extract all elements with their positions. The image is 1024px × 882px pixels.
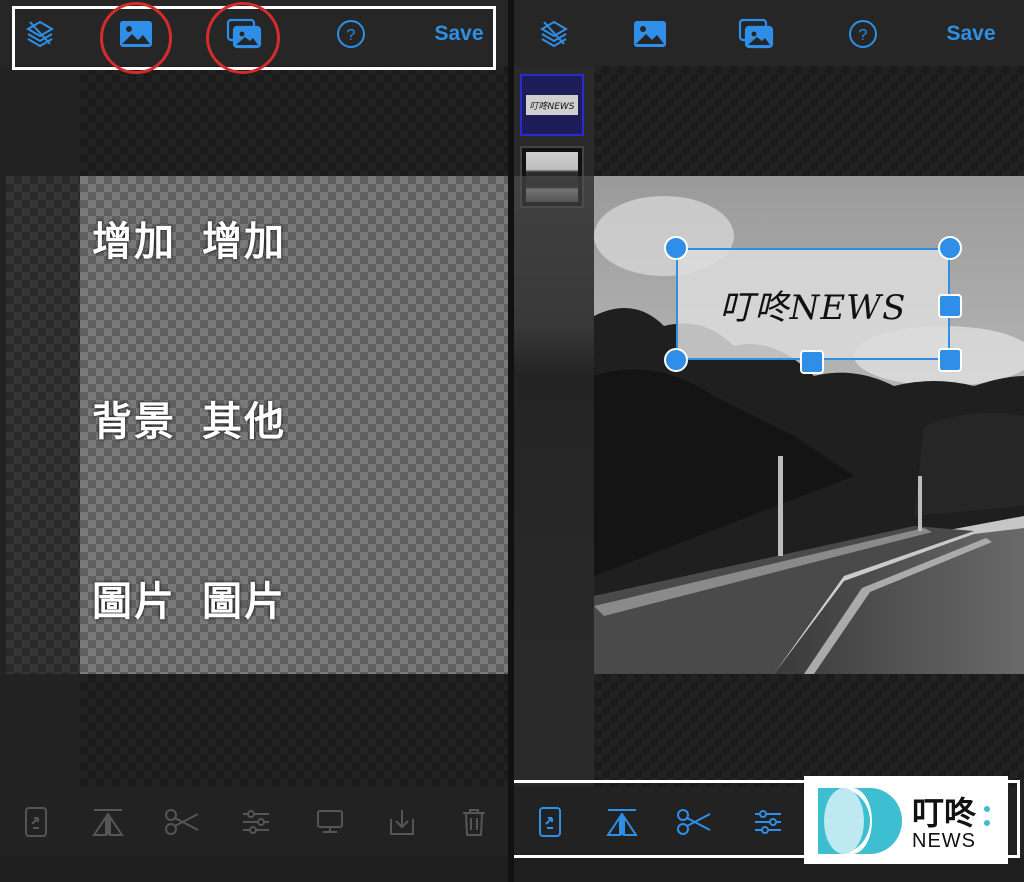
delete-button[interactable] [456, 804, 492, 840]
image-icon [634, 21, 666, 47]
annotation-circle-other [206, 2, 280, 74]
flip-handle-icon[interactable] [664, 348, 688, 372]
text-sticker-selection[interactable]: 叮咚NEWS [676, 248, 950, 360]
svg-text:?: ? [859, 27, 868, 44]
layer-label: 叮咚NEWS [526, 95, 578, 115]
canvas-edge [6, 176, 80, 674]
download-button[interactable] [384, 804, 420, 840]
bottom-toolbar [0, 786, 508, 856]
add-background-image-button[interactable] [628, 14, 672, 54]
adjust-button[interactable] [238, 804, 274, 840]
rotate-handle-icon[interactable] [938, 236, 962, 260]
caption-line: 增加 [92, 220, 176, 264]
logo-mark-icon [818, 788, 902, 854]
download-icon [390, 810, 414, 835]
trash-icon [463, 809, 485, 836]
annotation-circle-background [100, 2, 172, 74]
save-button[interactable]: Save [942, 14, 1000, 54]
delete-handle-icon[interactable] [664, 236, 688, 260]
caption-line: 圖片 [202, 580, 286, 624]
logo-text-cn: 叮咚 [912, 794, 977, 832]
caption-line: 圖片 [92, 580, 176, 624]
logo-dot [984, 820, 990, 826]
layers-button[interactable] [534, 14, 574, 54]
sticker-text: 叮咚NEWS [719, 287, 907, 328]
top-toolbar: ? Save [514, 0, 1024, 66]
caption-line: 其他 [202, 400, 286, 444]
scissors-icon [165, 809, 199, 835]
scale-handle-icon[interactable] [938, 348, 962, 372]
caption-add-background: 增加 背景 圖片 [92, 92, 176, 752]
right-screenshot: ? Save 叮咚NEWS 叮咚NEWS 叮咚 NEWS [514, 0, 1024, 882]
layers-icon [540, 20, 568, 48]
help-icon: ? [849, 20, 877, 48]
logo-dot [984, 806, 990, 812]
replace-icon [25, 807, 47, 837]
logo-text-en: NEWS [912, 830, 976, 852]
vertical-resize-handle-icon[interactable] [800, 350, 824, 374]
layer-thumbnail-sticker[interactable]: 叮咚NEWS [520, 74, 584, 136]
caption-line: 背景 [92, 400, 176, 444]
replace-button[interactable] [18, 804, 54, 840]
canvas-icon [317, 810, 343, 833]
caption-line: 增加 [202, 220, 286, 264]
images-icon [738, 18, 774, 49]
flip-icon [92, 809, 124, 836]
horizontal-resize-handle-icon[interactable] [938, 294, 962, 318]
help-button[interactable]: ? [846, 14, 880, 54]
photo-offcanvas [514, 176, 594, 674]
flip-button[interactable] [90, 804, 126, 840]
canvas-button[interactable] [312, 804, 348, 840]
cut-button[interactable] [164, 804, 200, 840]
left-screenshot: ? Save 增加 背景 圖片 增加 其他 圖片 [0, 0, 508, 882]
dingdong-news-logo: 叮咚 NEWS [804, 776, 1008, 864]
sliders-icon [243, 810, 269, 834]
add-other-image-button[interactable] [734, 14, 778, 54]
caption-add-other: 增加 其他 圖片 [202, 92, 286, 752]
